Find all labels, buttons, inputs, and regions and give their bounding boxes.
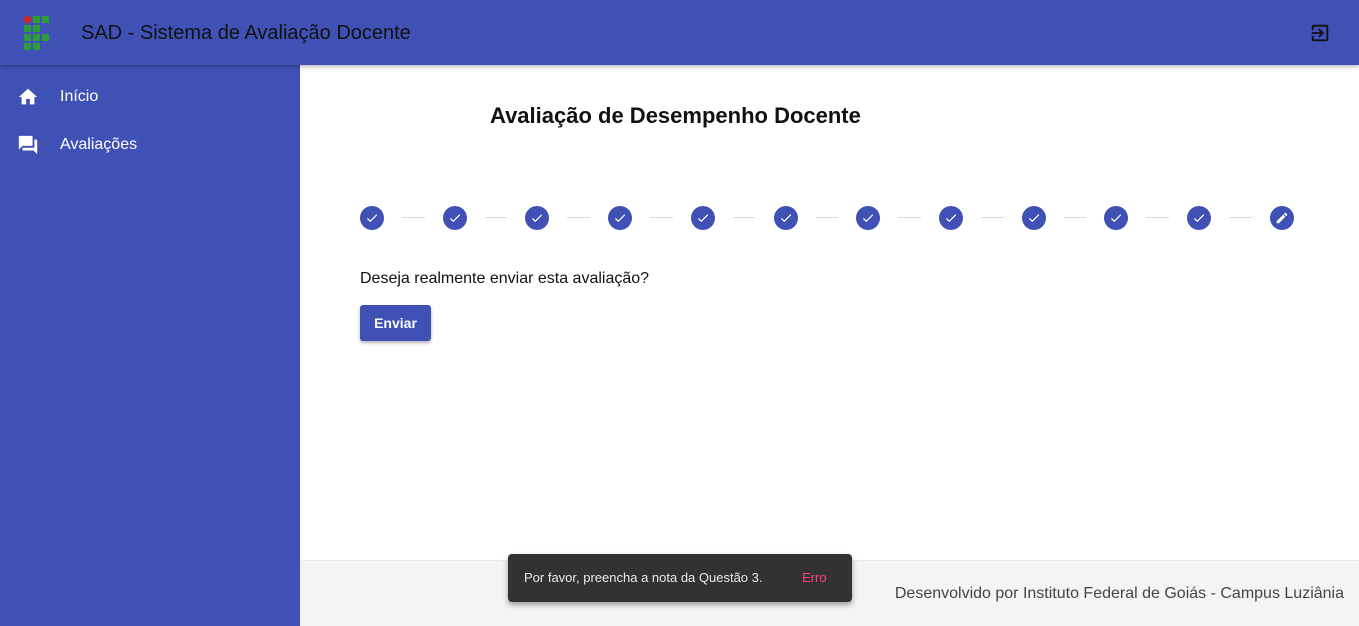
check-icon	[448, 211, 462, 225]
app-title: SAD - Sistema de Avaliação Docente	[81, 22, 411, 44]
step-completed[interactable]	[525, 206, 550, 230]
step-completed[interactable]	[773, 206, 798, 230]
step-completed[interactable]	[608, 206, 633, 230]
step-connector	[484, 217, 508, 218]
sidebar: Início Avaliações	[0, 65, 300, 626]
main-content: Avaliação de Desempenho Docente Deseja r…	[300, 65, 1359, 626]
step-connector	[650, 217, 673, 218]
top-app-bar: SAD - Sistema de Avaliação Docente	[0, 0, 1359, 65]
footer-credit: Desenvolvido por Instituto Federal de Go…	[894, 585, 1344, 602]
logout-icon[interactable]	[1309, 22, 1331, 44]
check-icon	[861, 211, 875, 225]
forum-icon	[17, 134, 39, 156]
error-snackbar: Por favor, preencha a nota da Questão 3.…	[508, 554, 852, 602]
step-connector	[732, 217, 756, 218]
check-icon	[613, 211, 627, 225]
page-title: Avaliação de Desempenho Docente	[490, 103, 861, 128]
sidebar-item-label: Avaliações	[60, 136, 138, 153]
step-connector	[1146, 217, 1169, 218]
step-completed[interactable]	[938, 206, 963, 230]
check-icon	[1027, 211, 1041, 225]
step-connector	[567, 217, 591, 218]
snackbar-message: Por favor, preencha a nota da Questão 3.	[524, 570, 763, 585]
progress-stepper	[360, 206, 1294, 230]
send-button[interactable]: Enviar	[360, 305, 431, 341]
step-completed[interactable]	[1187, 206, 1211, 230]
step-connector	[898, 217, 921, 218]
step-current[interactable]	[1269, 206, 1294, 230]
step-connector	[1063, 217, 1087, 218]
step-connector	[980, 217, 1004, 218]
check-icon	[1192, 211, 1206, 225]
step-completed[interactable]	[1021, 206, 1046, 230]
sidebar-item-inicio[interactable]: Início	[0, 73, 300, 121]
home-icon	[17, 86, 39, 108]
confirm-question: Deseja realmente enviar esta avaliação?	[360, 270, 650, 287]
sidebar-item-label: Início	[60, 88, 99, 105]
check-icon	[944, 211, 958, 225]
check-icon	[1109, 211, 1123, 225]
check-icon	[530, 211, 544, 225]
step-completed[interactable]	[856, 206, 881, 230]
app-root: SAD - Sistema de Avaliação Docente Iníci…	[0, 0, 1359, 626]
check-icon	[779, 211, 793, 225]
step-connector	[1229, 217, 1252, 218]
step-completed[interactable]	[1104, 206, 1129, 230]
ifg-logo	[24, 16, 50, 50]
step-completed[interactable]	[690, 206, 715, 230]
step-connector	[815, 217, 839, 218]
step-completed[interactable]	[442, 206, 467, 230]
check-icon	[696, 211, 710, 225]
snackbar-action[interactable]: Erro	[802, 570, 827, 585]
sidebar-item-avaliacoes[interactable]: Avaliações	[0, 121, 300, 169]
step-completed[interactable]	[360, 206, 384, 230]
check-icon	[365, 211, 379, 225]
step-connector	[402, 217, 425, 218]
edit-icon	[1275, 211, 1289, 225]
